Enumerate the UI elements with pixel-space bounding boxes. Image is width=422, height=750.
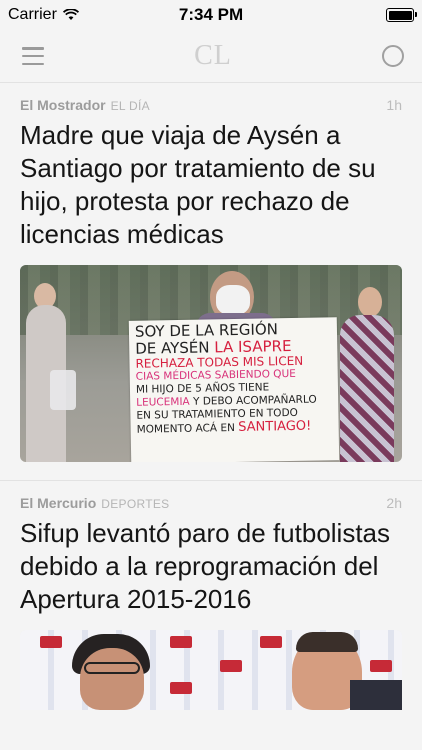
hamburger-menu-icon[interactable] — [22, 47, 44, 65]
backdrop-logo — [370, 660, 392, 672]
backdrop-logo — [170, 636, 192, 648]
article-time: 1h — [386, 97, 402, 113]
article-source: El Mercurio — [20, 495, 97, 511]
photo-person-face — [80, 648, 144, 710]
status-left: Carrier — [8, 6, 79, 24]
article-time: 2h — [386, 495, 402, 511]
battery-icon — [386, 8, 417, 22]
photo-person — [340, 315, 394, 462]
article-meta: El Mercurio DEPORTES 2h — [20, 495, 402, 511]
backdrop-logo — [40, 636, 62, 648]
article-image[interactable]: SOY DE LA REGIÓN DE AYSÉN LA ISAPRE RECH… — [20, 265, 402, 462]
menu-line — [22, 62, 44, 65]
article-section: EL DÍA — [110, 99, 150, 113]
status-bar: Carrier 7:34 PM — [0, 0, 422, 30]
article-card[interactable]: El Mostrador EL DÍA 1h Madre que viaja d… — [0, 83, 422, 481]
nav-bar: CL — [0, 30, 422, 83]
photo-suit — [350, 680, 402, 710]
photo-glasses — [84, 662, 140, 674]
backdrop-logo — [170, 682, 192, 694]
menu-line — [22, 54, 44, 58]
battery-fill — [388, 10, 412, 20]
article-meta: El Mostrador EL DÍA 1h — [20, 97, 402, 113]
backdrop-logo — [260, 636, 282, 648]
photo-mask — [216, 285, 250, 315]
article-source-group: El Mostrador EL DÍA — [20, 97, 150, 113]
sign-text: Y DEBO ACOMPAÑARLO — [192, 393, 317, 408]
article-section: DEPORTES — [101, 497, 170, 511]
protest-sign: SOY DE LA REGIÓN DE AYSÉN LA ISAPRE RECH… — [128, 317, 340, 462]
sign-text: SANTIAGO! — [238, 418, 312, 435]
photo-bag — [50, 370, 76, 410]
wifi-icon — [62, 9, 79, 20]
app-logo: CL — [194, 40, 232, 71]
article-source-group: El Mercurio DEPORTES — [20, 495, 169, 511]
sign-line: MOMENTO ACÁ EN SANTIAGO! — [137, 419, 333, 436]
article-headline[interactable]: Madre que viaja de Aysén a Santiago por … — [20, 119, 402, 251]
article-source: El Mostrador — [20, 97, 106, 113]
sign-text: MOMENTO ACÁ EN — [136, 421, 235, 436]
menu-line — [22, 47, 44, 50]
photo-person-hair — [296, 632, 358, 652]
backdrop-logo — [220, 660, 242, 672]
circle-refresh-icon[interactable] — [382, 45, 404, 67]
carrier-label: Carrier — [8, 6, 57, 23]
article-card[interactable]: El Mercurio DEPORTES 2h Sifup levantó pa… — [0, 481, 422, 728]
article-headline[interactable]: Sifup levantó paro de futbolistas debido… — [20, 517, 402, 616]
photo-person — [358, 287, 382, 317]
article-image[interactable] — [20, 630, 402, 710]
sign-text: LEUCEMIA — [136, 395, 190, 409]
